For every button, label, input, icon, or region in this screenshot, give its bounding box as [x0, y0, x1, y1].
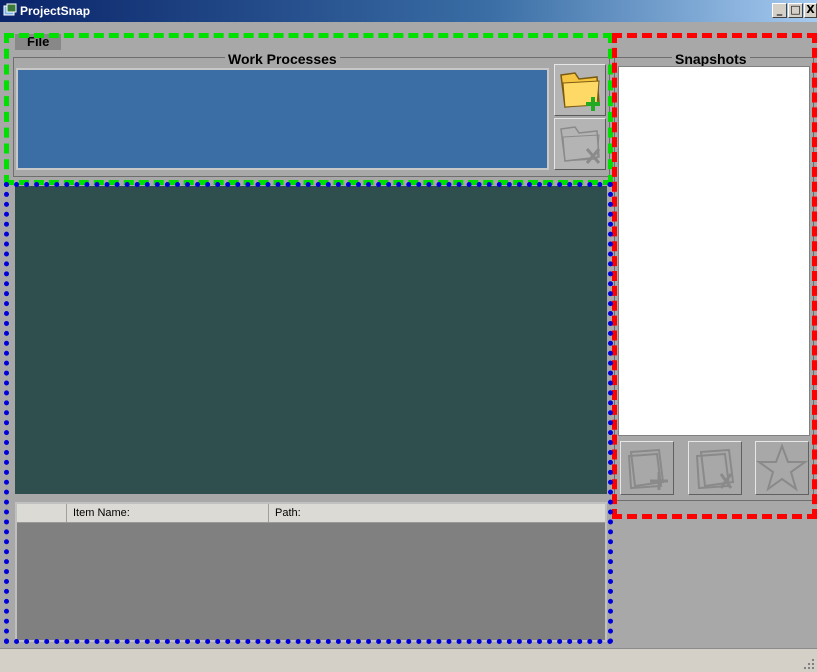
minimize-button[interactable]: _: [772, 3, 787, 18]
maximize-button[interactable]: □: [788, 3, 803, 18]
resize-grip-icon[interactable]: [803, 658, 815, 670]
status-bar: [0, 648, 817, 672]
close-button[interactable]: X: [804, 3, 817, 18]
annotation-snapshots-region: [612, 33, 817, 519]
annotation-workspace-region: [4, 182, 613, 644]
title-bar[interactable]: ProjectSnap _ □ X: [0, 0, 817, 22]
window-title: ProjectSnap: [20, 4, 91, 18]
app-icon: [3, 3, 17, 16]
annotation-work-processes-region: [4, 33, 613, 185]
